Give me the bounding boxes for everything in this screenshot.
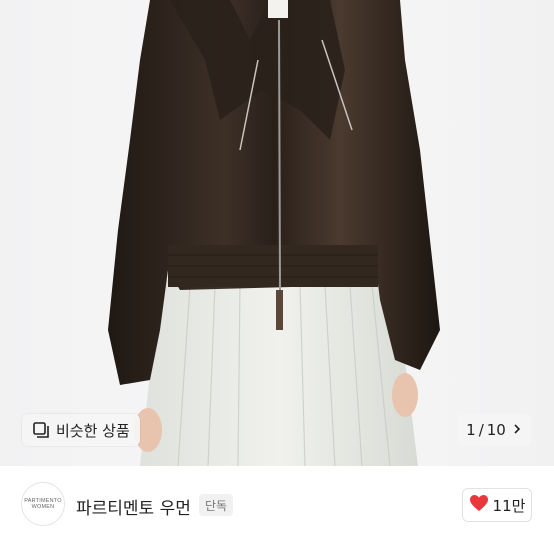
logo-text-line2: WOMEN (31, 504, 55, 510)
heart-icon (469, 494, 489, 516)
similar-items-icon (32, 421, 50, 439)
pager-total: 10 (486, 421, 506, 439)
similar-products-label: 비슷한 상품 (56, 421, 130, 440)
shop-name-link[interactable]: 파르티멘토 우먼 (76, 494, 191, 519)
pager-separator: / (478, 421, 484, 439)
chevron-right-icon (512, 421, 522, 439)
like-count: 11만 (492, 496, 526, 515)
product-image[interactable] (0, 0, 554, 466)
shop-logo[interactable]: PARTIMENTO WOMEN (21, 482, 65, 526)
like-button[interactable]: 11만 (462, 488, 532, 522)
image-pager[interactable]: 1 / 10 (457, 414, 531, 446)
exclusive-badge: 단독 (199, 494, 234, 516)
pager-current: 1 (466, 421, 476, 439)
product-photo-illustration (108, 0, 440, 466)
similar-products-button[interactable]: 비슷한 상품 (22, 414, 140, 446)
